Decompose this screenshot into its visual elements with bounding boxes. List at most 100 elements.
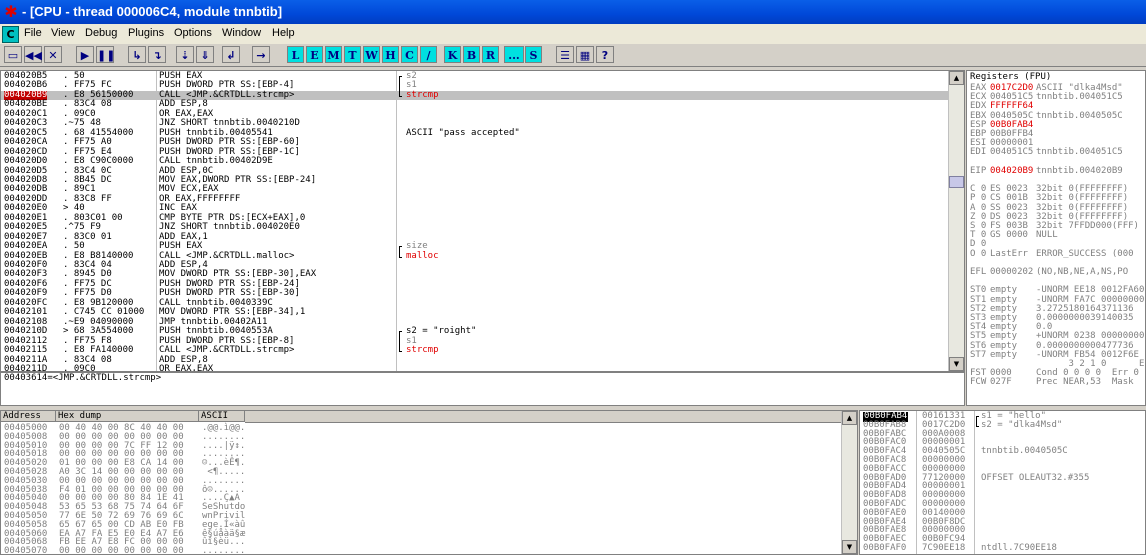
disasm-row[interactable]: 0040211A. 83C4 08 ADD ESP,8: [1, 355, 950, 366]
register-value: GS 0000: [990, 230, 1028, 241]
menu-help[interactable]: Help: [272, 27, 295, 39]
disasm-row[interactable]: 00402112. FF75 F8 PUSH DWORD PTR SS:[EBP-…: [1, 336, 950, 347]
run-trace-button[interactable]: ...: [504, 46, 524, 63]
register-desc: tnnbtib.004051C5: [1036, 92, 1123, 103]
stack-row[interactable]: 00B0FAF0 7C90EE18 ntdll.7C90EE18: [860, 543, 1145, 554]
menu-options[interactable]: Options: [174, 27, 212, 39]
disasm-row[interactable]: 004020D5. 83C4 0C ADD ESP,0C: [1, 166, 950, 177]
dump-row[interactable]: 00405070 00 00 00 00 00 00 00 00........: [1, 546, 843, 555]
disasm-row[interactable]: 004020D0. E8 C90C0000 CALL tnnbtib.00402D…: [1, 157, 950, 167]
scroll-down-icon[interactable]: ▼: [949, 357, 964, 371]
scroll-up-icon[interactable]: ▲: [949, 71, 964, 85]
disasm-comment: malloc: [406, 250, 439, 261]
source-button[interactable]: S: [525, 46, 542, 63]
dump-hex: 00 00 00 00 00 00 00 00: [59, 546, 184, 555]
rewind-icon[interactable]: ◀◀: [24, 46, 42, 63]
disasm-row[interactable]: 0040211D . 09C0 OR EAX,EAX: [1, 363, 950, 372]
menu-debug[interactable]: Debug: [85, 27, 117, 39]
disasm-row[interactable]: 004020F6. FF75 DC PUSH DWORD PTR SS:[EBP-…: [1, 279, 950, 290]
disasm-row[interactable]: 004020DB. 89C1 MOV ECX,EAX: [1, 185, 950, 195]
register-row[interactable]: EIP 004020B9 tnnbtib.004020B9: [967, 166, 1145, 177]
disasm-row[interactable]: 00402115. E8 FA140000 CALL <JMP.&CRTDLL.s…: [1, 346, 950, 356]
disasm-row[interactable]: 004020E0 > 40 INC EAX: [1, 204, 950, 214]
menu-plugins[interactable]: Plugins: [128, 27, 164, 39]
scroll-thumb[interactable]: [949, 176, 964, 188]
step-into-icon[interactable]: ↳: [128, 46, 146, 63]
register-row[interactable]: T 0 GS 0000 NULL: [967, 231, 1145, 241]
trace-over-icon[interactable]: ⇓: [196, 46, 214, 63]
disasm-address: 0040211D: [4, 363, 48, 372]
disasm-row[interactable]: 004020C1. 09C0 OR EAX,EAX: [1, 109, 950, 120]
close-icon[interactable]: ✕: [44, 46, 62, 63]
dump-col-hex[interactable]: Hex dump: [56, 411, 199, 422]
registers-pane[interactable]: Registers (FPU) EAX 0017C2D0 ASCII "dlka4M…: [966, 70, 1146, 406]
register-desc: NULL: [1036, 230, 1058, 241]
disasm-row[interactable]: 004020F9. FF75 D0 PUSH DWORD PTR SS:[EBP-…: [1, 289, 950, 299]
disasm-row[interactable]: 004020EB. E8 B8140000 CALL <JMP.&CRTDLL.m…: [1, 250, 950, 262]
stack-value: 7C90EE18: [922, 543, 966, 553]
disassembly-pane[interactable]: 004020B5. 50 PUSH EAX s2 004020B6. FF75 FC P…: [0, 70, 965, 372]
run-icon[interactable]: ▶: [76, 46, 94, 63]
execute-till-return-icon[interactable]: ↲: [222, 46, 240, 63]
dump-scrollbar[interactable]: ▲ ▼: [841, 411, 857, 554]
register-row[interactable]: EDI 004051C5 tnnbtib.004051C5: [967, 148, 1145, 158]
call-stack-button[interactable]: K: [444, 46, 461, 63]
threads-button[interactable]: T: [344, 46, 361, 63]
help-icon[interactable]: ?: [596, 46, 614, 63]
dump-col-address[interactable]: Address: [1, 411, 56, 422]
stack-pane[interactable]: 00B0FAB4 00161331 s1 = "hello" 00B0FAB8 0017…: [859, 410, 1146, 555]
disasm-scrollbar[interactable]: ▲ ▼: [948, 71, 964, 371]
windows-button[interactable]: W: [363, 46, 380, 63]
disasm-comment: ASCII "pass accepted": [406, 127, 520, 138]
info-pane: 00403614=<JMP.&CRTDLL.strcmp>: [0, 372, 965, 406]
register-row[interactable]: EFL 00000202 (NO,NB,NE,A,NS,PO: [967, 267, 1145, 278]
trace-into-icon[interactable]: ⇣: [176, 46, 194, 63]
disasm-row[interactable]: 004020B6. FF75 FC PUSH DWORD PTR SS:[EBP-…: [1, 81, 950, 92]
register-row[interactable]: O 0 LastErr ERROR_SUCCESS (000: [967, 249, 1145, 260]
handles-button[interactable]: H: [382, 46, 399, 63]
register-row[interactable]: FCW 027F Prec NEAR,53 Mask: [967, 378, 1145, 388]
disasm-row[interactable]: 004020E1. 803C01 00 CMP BYTE PTR DS:[ECX+…: [1, 213, 950, 224]
cpu-button[interactable]: C: [401, 46, 418, 63]
menu-view[interactable]: View: [51, 27, 75, 39]
disasm-row[interactable]: 004020E5 .^75 F9 JNZ SHORT tnnbtib.004020E…: [1, 223, 950, 233]
disasm-row[interactable]: 004020BE. 83C4 08 ADD ESP,8: [1, 100, 950, 110]
cpu-window-button[interactable]: C: [2, 26, 19, 43]
register-name: EDI: [970, 147, 987, 158]
disasm-row[interactable]: 004020D8. 8B45 DC MOV EAX,DWORD PTR SS:[E…: [1, 175, 950, 186]
pause-icon[interactable]: ❚❚: [96, 46, 115, 63]
patches-button[interactable]: /: [420, 46, 437, 63]
dump-col-ascii[interactable]: ASCII: [199, 411, 245, 422]
register-desc: tnnbtib.0040505C: [1036, 110, 1123, 121]
breakpoints-button[interactable]: B: [463, 46, 480, 63]
disasm-row[interactable]: 004020CA. FF75 A0 PUSH DWORD PTR SS:[EBP-…: [1, 138, 950, 148]
step-over-icon[interactable]: ↴: [148, 46, 166, 63]
menu-file[interactable]: File: [24, 27, 42, 39]
hex-dump-pane[interactable]: Address Hex dump ASCII 00405000 00 40 40 …: [0, 410, 858, 555]
disasm-row[interactable]: 00402101. C745 CC 01000 MOV DWORD PTR SS:…: [1, 308, 950, 318]
menu-window[interactable]: Window: [222, 27, 261, 39]
scroll-up-icon[interactable]: ▲: [842, 411, 857, 425]
disasm-row[interactable]: 004020E7. 83C0 01 ADD EAX,1: [1, 232, 950, 243]
log-button[interactable]: L: [287, 46, 304, 63]
bug-icon[interactable]: ✱: [2, 3, 20, 21]
disasm-row[interactable]: 0040210D > 68 3A554000 PUSH tnnbtib.004055…: [1, 327, 950, 339]
grid-icon[interactable]: ▦: [576, 46, 594, 63]
open-icon[interactable]: ▭: [4, 46, 22, 63]
disasm-row[interactable]: 004020F0. 83C4 04 ADD ESP,4: [1, 260, 950, 271]
memory-map-button[interactable]: M: [325, 46, 342, 63]
list-icon[interactable]: ☰: [556, 46, 574, 63]
references-button[interactable]: R: [482, 46, 499, 63]
disasm-row[interactable]: 004020DD. 83C8 FF OR EAX,FFFFFFFF: [1, 194, 950, 205]
disasm-row[interactable]: 004020B5. 50 PUSH EAX s2: [1, 71, 950, 83]
register-desc: tnnbtib.004051C5: [1036, 147, 1123, 158]
disasm-row[interactable]: 004020C5. 68 41554000 PUSH tnnbtib.004055…: [1, 127, 950, 139]
goto-icon[interactable]: →: [252, 46, 270, 63]
info-text: 00403614=<JMP.&CRTDLL.strcmp>: [4, 373, 162, 383]
disasm-row[interactable]: 004020B9. E8 56150000 CALL <JMP.&CRTDLL.s…: [1, 90, 950, 101]
disasm-row[interactable]: 004020CD. FF75 E4 PUSH DWORD PTR SS:[EBP-…: [1, 147, 950, 158]
disasm-row[interactable]: 004020EA. 50 PUSH EAX size: [1, 242, 950, 254]
disasm-row[interactable]: 004020F3. 8945 D0 MOV DWORD PTR SS:[EBP-3…: [1, 270, 950, 280]
scroll-down-icon[interactable]: ▼: [842, 540, 857, 554]
executable-modules-button[interactable]: E: [306, 46, 323, 63]
